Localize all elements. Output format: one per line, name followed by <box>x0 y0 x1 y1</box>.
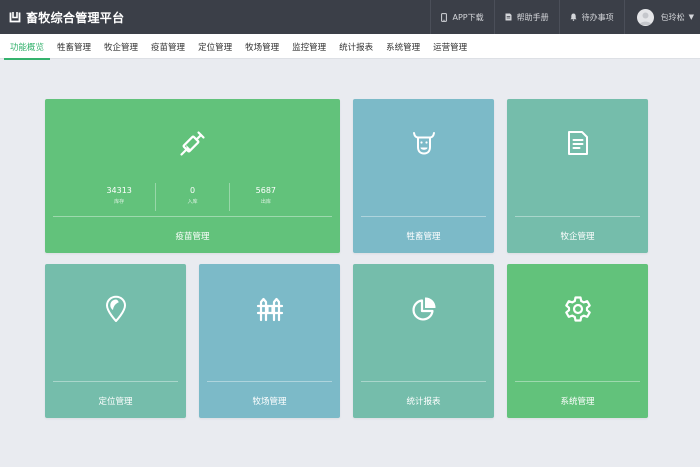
ranch-management-tile[interactable]: 牧场管理 <box>199 264 340 418</box>
help-doc-icon <box>505 13 512 21</box>
todo-link[interactable]: 待办事项 <box>558 0 624 34</box>
tile-divider <box>53 216 332 217</box>
help-manual-link[interactable]: 帮助手册 <box>493 0 559 34</box>
top-bar: 畜牧综合管理平台 APP下载 帮助手册 待办事项 包玲松 ▼ <box>0 0 700 34</box>
tile-divider <box>515 381 640 382</box>
avatar <box>636 8 654 26</box>
help-manual-label: 帮助手册 <box>516 12 549 22</box>
tile-divider <box>515 216 640 217</box>
enterprise-management-tile[interactable]: 牧企管理 <box>507 99 648 253</box>
stat-value: 5687 <box>255 186 276 195</box>
brand-logo-icon <box>9 11 21 23</box>
document-icon <box>566 130 590 160</box>
stat-value: 0 <box>189 186 196 195</box>
statistics-report-tile[interactable]: 统计报表 <box>353 264 494 418</box>
stat-label: 入库 <box>187 199 198 205</box>
tab-enterprise[interactable]: 牧企管理 <box>98 34 144 59</box>
pie-chart-icon <box>411 296 437 326</box>
tile-divider <box>361 381 486 382</box>
tab-ranch[interactable]: 牧场管理 <box>239 34 285 59</box>
statistics-tile-label: 统计报表 <box>406 397 441 407</box>
enterprise-tile-label: 牧企管理 <box>560 232 595 242</box>
ranch-tile-label: 牧场管理 <box>252 397 287 407</box>
caret-down-icon: ▼ <box>688 13 694 21</box>
tab-operations[interactable]: 运营管理 <box>427 34 473 59</box>
location-pin-icon <box>104 295 128 327</box>
todo-label: 待办事项 <box>581 12 614 22</box>
stat-label: 库存 <box>114 199 125 205</box>
main-nav: 功能概览 牲畜管理 牧企管理 疫苗管理 定位管理 牧场管理 监控管理 统计报表 … <box>0 34 700 60</box>
phone-icon <box>441 12 448 22</box>
vaccine-tile-label: 疫苗管理 <box>175 232 210 242</box>
system-management-tile[interactable]: 系统管理 <box>507 264 648 418</box>
tile-divider <box>361 216 486 217</box>
tab-livestock[interactable]: 牲畜管理 <box>51 34 97 59</box>
stat-inbound: 0 入库 <box>155 183 228 211</box>
tile-divider <box>207 381 332 382</box>
tab-system[interactable]: 系统管理 <box>380 34 426 59</box>
livestock-management-tile[interactable]: 牲畜管理 <box>353 99 494 253</box>
brand-title: 畜牧综合管理平台 <box>26 10 125 25</box>
stat-stock: 34313 库存 <box>83 183 155 211</box>
tab-overview[interactable]: 功能概览 <box>4 34 51 60</box>
tile-divider <box>53 381 178 382</box>
system-tile-label: 系统管理 <box>560 397 595 407</box>
bell-icon <box>570 13 577 21</box>
fence-icon <box>256 296 284 326</box>
user-name: 包玲松 <box>660 12 685 22</box>
tab-vaccine[interactable]: 疫苗管理 <box>145 34 191 59</box>
livestock-tile-label: 牲畜管理 <box>406 232 441 242</box>
cow-icon <box>411 130 437 160</box>
tab-monitor[interactable]: 监控管理 <box>286 34 332 59</box>
tab-location[interactable]: 定位管理 <box>192 34 238 59</box>
location-tile-label: 定位管理 <box>98 397 133 407</box>
stat-value: 34313 <box>106 186 132 195</box>
stat-outbound: 5687 出库 <box>228 183 302 211</box>
vaccine-stats: 34313 库存 0 入库 5687 出库 <box>83 183 302 211</box>
user-menu[interactable]: 包玲松 ▼ <box>623 0 694 34</box>
stat-label: 出库 <box>260 199 271 205</box>
vaccine-management-tile[interactable]: 34313 库存 0 入库 5687 出库 疫苗管理 <box>45 99 340 253</box>
syringe-icon <box>178 128 208 162</box>
tab-statistics[interactable]: 统计报表 <box>333 34 379 59</box>
gear-icon <box>564 295 592 327</box>
header-actions: APP下载 帮助手册 待办事项 包玲松 ▼ <box>430 0 694 34</box>
app-download-label: APP下载 <box>452 12 484 22</box>
brand[interactable]: 畜牧综合管理平台 <box>9 0 124 34</box>
location-management-tile[interactable]: 定位管理 <box>45 264 186 418</box>
app-download-link[interactable]: APP下载 <box>430 0 493 34</box>
